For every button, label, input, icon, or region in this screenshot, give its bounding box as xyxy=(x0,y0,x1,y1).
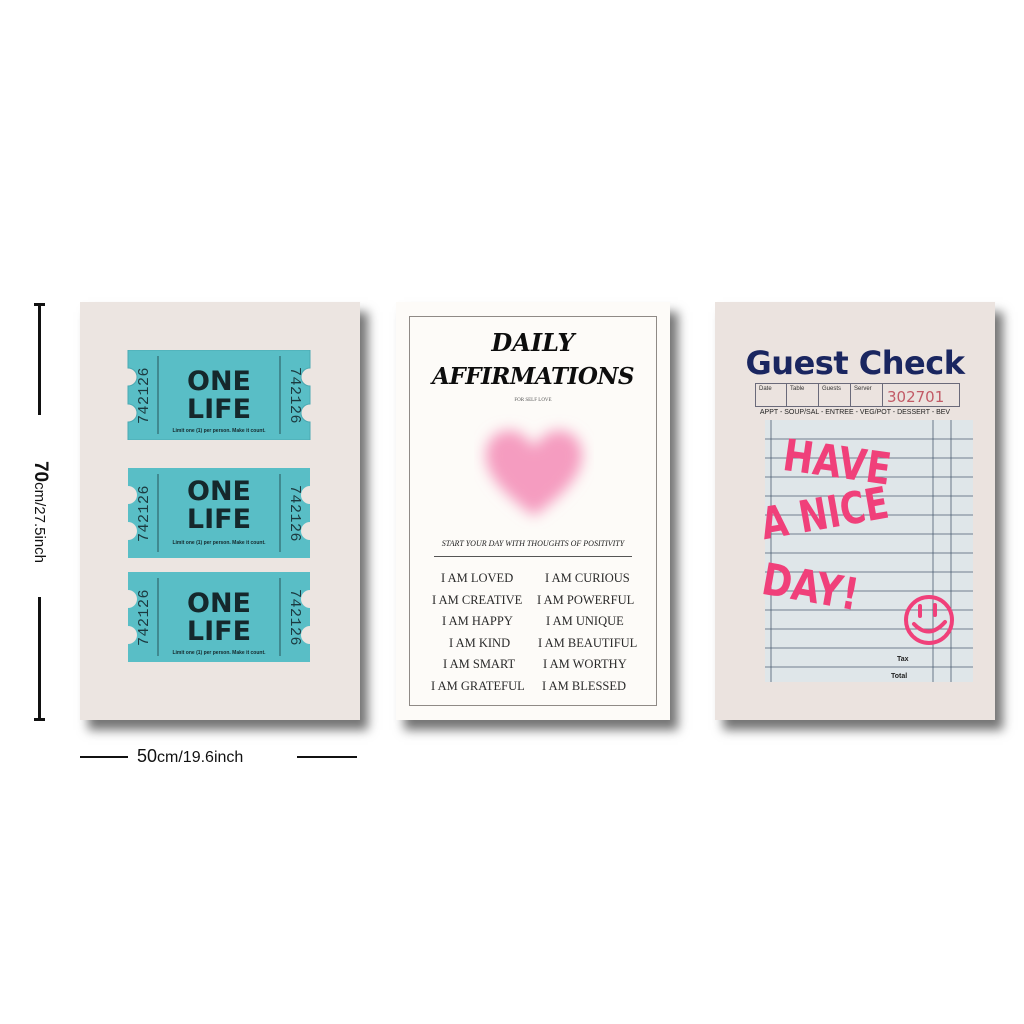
field-table: Table xyxy=(786,383,819,407)
ticket-line2: LIFE xyxy=(186,394,252,425)
ticket: 742126 742126 ONE LIFE Limit one (1) per… xyxy=(120,350,318,440)
affirmations-title-line1: DAILY xyxy=(491,328,575,357)
affirmations-tagline: START YOUR DAY WITH THOUGHTS OF POSITIVI… xyxy=(441,539,625,548)
field-date: Date xyxy=(755,383,787,407)
category-line: APPT - SOUP/SAL - ENTREE - VEG/POT - DES… xyxy=(759,409,951,416)
poster-one-life-tickets: 742126 742126 ONE LIFE Limit one (1) per… xyxy=(80,302,360,720)
field-guests: Guests xyxy=(818,383,851,407)
width-dimension-line-left xyxy=(80,756,128,758)
width-dimension-line-right xyxy=(297,756,357,758)
ticket-line1: ONE xyxy=(187,366,251,397)
affirmation-right-6: I AM BLESSED xyxy=(542,679,627,693)
height-dimension-label: 70cm/27.5inch xyxy=(30,460,51,564)
affirmation-right-1: I AM CURIOUS xyxy=(545,571,630,585)
ticket-number-left: 742126 xyxy=(135,366,153,424)
affirmation-right-4: I AM BEAUTIFUL xyxy=(538,636,638,650)
affirmation-right-3: I AM UNIQUE xyxy=(546,614,624,628)
ticket-number-left: 742126 xyxy=(135,588,153,646)
affirmations-title-line2: AFFIRMATIONS xyxy=(432,363,634,390)
ticket-line1: ONE xyxy=(187,588,251,619)
ticket-fine-print: Limit one (1) per person. Make it count. xyxy=(172,428,266,434)
affirmation-left-5: I AM SMART xyxy=(443,657,516,671)
affirmation-right-5: I AM WORTHY xyxy=(543,657,627,671)
poster-daily-affirmations: DAILY AFFIRMATIONS FOR SELF LOVE START Y… xyxy=(396,302,670,720)
ticket-line2: LIFE xyxy=(186,616,252,647)
ticket-number-left: 742126 xyxy=(135,484,153,542)
ticket: 742126 742126 ONE LIFE Limit one (1) per… xyxy=(120,468,318,558)
poster-guest-check: Guest Check Date Table Guests Server 302… xyxy=(715,302,995,720)
affirmation-left-6: I AM GRATEFUL xyxy=(431,679,525,693)
check-number: 302701 xyxy=(887,388,945,406)
blurred-heart-icon xyxy=(485,430,583,516)
width-dimension-label: 50cm/19.6inch xyxy=(137,746,244,766)
ticket-line2: LIFE xyxy=(186,504,252,535)
field-server: Server xyxy=(850,383,883,407)
affirmations-divider xyxy=(434,556,632,557)
affirmation-left-2: I AM CREATIVE xyxy=(432,593,523,607)
ticket-fine-print: Limit one (1) per person. Make it count. xyxy=(172,540,266,546)
affirmation-left-1: I AM LOVED xyxy=(441,571,514,585)
affirmations-subtitle: FOR SELF LOVE xyxy=(514,398,552,403)
total-label: Total xyxy=(891,673,908,680)
affirmation-right-2: I AM POWERFUL xyxy=(537,593,635,607)
guest-check-title: Guest Check xyxy=(745,344,965,382)
tax-label: Tax xyxy=(897,656,909,663)
affirmation-left-3: I AM HAPPY xyxy=(442,614,513,628)
ticket-fine-print: Limit one (1) per person. Make it count. xyxy=(172,650,266,656)
smiley-face-icon xyxy=(904,595,954,645)
ticket-number-right: 742126 xyxy=(285,366,303,424)
affirmation-left-4: I AM KIND xyxy=(449,636,511,650)
ticket: 742126 742126 ONE LIFE Limit one (1) per… xyxy=(120,572,318,662)
ticket-number-right: 742126 xyxy=(285,588,303,646)
ticket-line1: ONE xyxy=(187,476,251,507)
ticket-number-right: 742126 xyxy=(285,484,303,542)
